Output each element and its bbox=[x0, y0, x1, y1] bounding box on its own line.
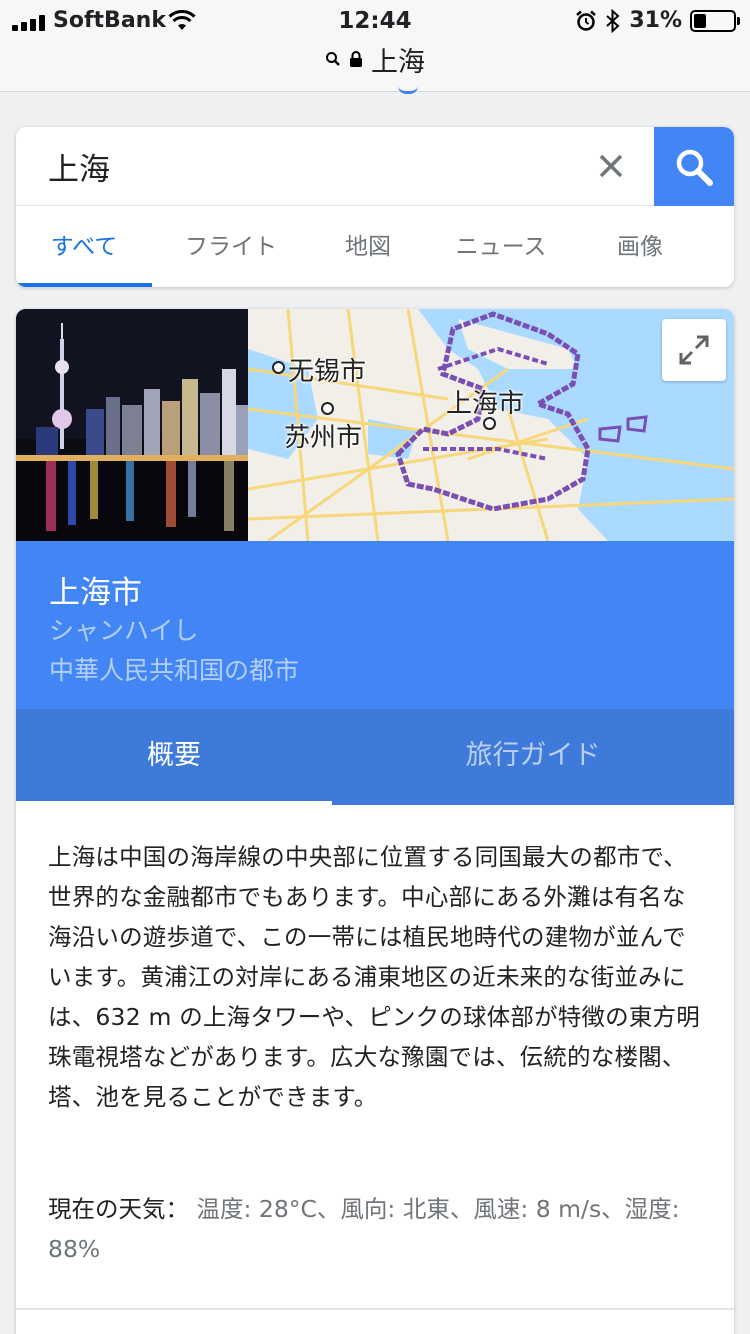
map-marker-wuxi bbox=[272, 361, 285, 374]
tab-flights[interactable]: フライト bbox=[166, 207, 296, 287]
map-label-wuxi: 无锡市 bbox=[288, 357, 367, 387]
entity-subtitle: 中華人民共和国の都市 bbox=[49, 656, 300, 685]
clear-search-button[interactable] bbox=[590, 145, 632, 187]
expand-map-button[interactable] bbox=[662, 319, 726, 381]
search-row bbox=[16, 127, 734, 206]
search-button[interactable] bbox=[654, 127, 734, 206]
tab-maps[interactable]: 地図 bbox=[316, 207, 420, 287]
page-loading-indicator bbox=[398, 86, 418, 94]
map-marker-suzhou bbox=[321, 402, 334, 415]
search-icon bbox=[676, 149, 713, 186]
entity-reading: シャンハイし bbox=[49, 616, 199, 645]
url-text: 上海 bbox=[371, 46, 425, 78]
battery-percent: 31% bbox=[629, 8, 682, 33]
status-bar: SoftBank 12:44 31% bbox=[0, 6, 750, 38]
tab-news[interactable]: ニュース bbox=[436, 207, 566, 287]
entity-header: 上海市 シャンハイし 中華人民共和国の都市 bbox=[16, 541, 734, 709]
tab-travel-guide[interactable]: 旅行ガイド bbox=[332, 709, 734, 805]
city-photo[interactable] bbox=[16, 309, 248, 541]
search-icon bbox=[326, 52, 340, 66]
entity-description: 上海は中国の海岸線の中央部に位置する同国最大の都市で、世界的な金融都市でもありま… bbox=[48, 843, 700, 1111]
knowledge-panel: 无锡市 苏州市 上海市 上海市 シャンハイし 中華人民共和国の都市 概要 旅行ガ… bbox=[16, 309, 734, 1334]
weather-label: 現在の天気： bbox=[48, 1195, 189, 1223]
city-map[interactable]: 无锡市 苏州市 上海市 bbox=[247, 309, 734, 543]
tab-all[interactable]: すべて bbox=[16, 207, 152, 287]
map-label-shanghai: 上海市 bbox=[446, 389, 525, 419]
search-input[interactable] bbox=[48, 141, 588, 191]
browser-top-bar: SoftBank 12:44 31% 上海 bbox=[0, 0, 750, 94]
entity-tabs: 概要 旅行ガイド bbox=[16, 709, 734, 805]
current-weather: 現在の天気： 温度: 28°C、風向: 北東、風速: 8 m/s、湿度: 88% bbox=[48, 1189, 708, 1269]
divider bbox=[16, 1308, 734, 1310]
map-label-suzhou: 苏州市 bbox=[284, 423, 363, 453]
close-icon bbox=[599, 154, 623, 178]
alarm-icon bbox=[576, 10, 597, 31]
search-tabs: すべて フライト 地図 ニュース 画像 bbox=[16, 207, 734, 287]
tab-overview[interactable]: 概要 bbox=[16, 709, 332, 805]
expand-icon bbox=[679, 335, 709, 365]
url-bar[interactable]: 上海 bbox=[0, 42, 750, 78]
search-card: すべて フライト 地図 ニュース 画像 bbox=[16, 127, 734, 287]
tab-images[interactable]: 画像 bbox=[586, 207, 694, 287]
lock-icon bbox=[350, 51, 362, 67]
bluetooth-icon bbox=[606, 8, 620, 33]
battery-icon bbox=[690, 9, 740, 32]
active-tab-indicator bbox=[16, 283, 152, 287]
active-entity-tab-indicator bbox=[16, 801, 332, 805]
entity-title: 上海市 bbox=[49, 575, 142, 611]
